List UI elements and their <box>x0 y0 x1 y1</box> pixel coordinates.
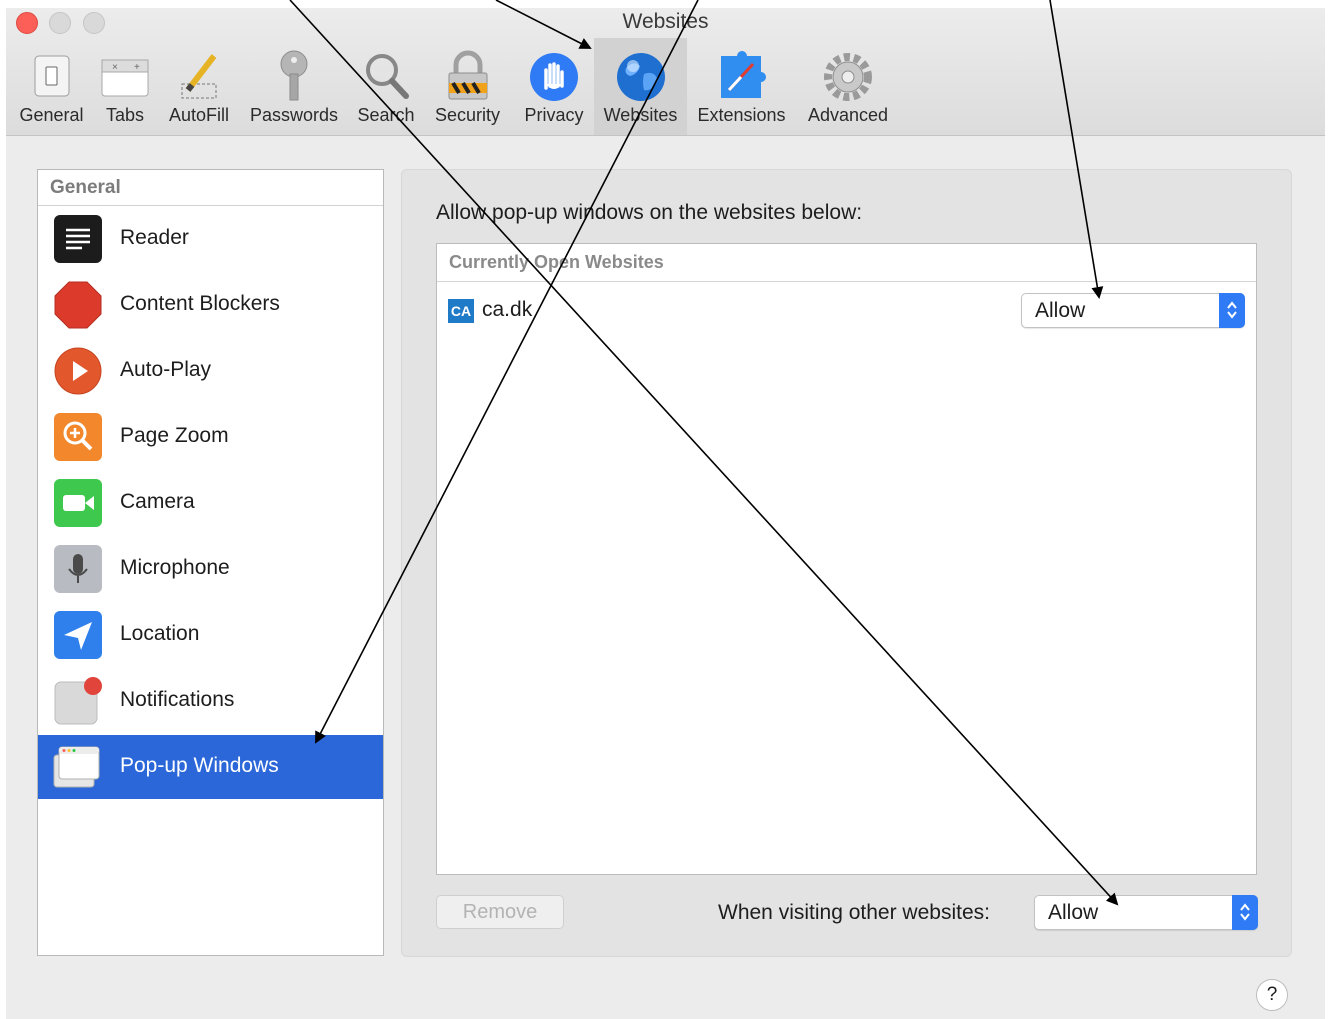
site-favicon-icon: CA <box>448 299 474 323</box>
popup-window-icon <box>53 746 100 788</box>
gear-icon <box>824 53 872 101</box>
puzzle-icon <box>720 51 766 98</box>
toolbar-general[interactable]: General <box>10 38 93 135</box>
toolbar-search[interactable]: Search <box>349 38 423 135</box>
play-icon <box>54 347 102 395</box>
remove-button[interactable]: Remove <box>436 895 564 929</box>
toolbar-privacy[interactable]: Privacy <box>513 38 595 135</box>
toolbar-extensions-label: Extensions <box>697 105 786 125</box>
sidebar-item-auto-play[interactable]: Auto-Play <box>38 339 383 403</box>
tabs-icon: × + <box>101 59 149 97</box>
sidebar-item-notifications[interactable]: Notifications <box>38 669 383 733</box>
sidebar-item-page-zoom[interactable]: Page Zoom <box>38 405 383 469</box>
site-setting-popup[interactable]: Allow <box>1021 293 1245 328</box>
hand-icon <box>530 53 578 101</box>
camera-icon <box>54 479 102 527</box>
stop-sign-icon <box>54 281 102 329</box>
sidebar-item-label: Location <box>120 622 200 645</box>
toolbar-general-label: General <box>19 105 84 125</box>
key-icon <box>280 50 308 101</box>
sidebar-item-location[interactable]: Location <box>38 603 383 667</box>
location-arrow-icon <box>54 611 102 659</box>
sidebar-item-content-blockers[interactable]: Content Blockers <box>38 273 383 337</box>
toolbar-tabs-label: Tabs <box>105 105 145 125</box>
toolbar-websites[interactable]: Websites <box>594 38 687 135</box>
toolbar-advanced-label: Advanced <box>807 105 889 125</box>
svg-text:+: + <box>134 62 140 73</box>
sidebar-item-label: Notifications <box>120 688 235 711</box>
toolbar-privacy-label: Privacy <box>524 105 584 125</box>
padlock-icon <box>448 50 487 100</box>
sidebar-item-microphone[interactable]: Microphone <box>38 537 383 601</box>
other-websites-label: When visiting other websites: <box>718 901 990 924</box>
sidebar-item-label: Microphone <box>120 556 230 579</box>
pencil-icon <box>181 54 217 99</box>
sidebar-item-label: Pop-up Windows <box>120 754 279 777</box>
microphone-icon <box>54 545 102 593</box>
help-button[interactable]: ? <box>1256 979 1288 1011</box>
window-title: Websites <box>622 10 709 33</box>
sidebar-item-label: Auto-Play <box>120 358 212 381</box>
toolbar-websites-label: Websites <box>603 105 678 125</box>
toolbar-extensions[interactable]: Extensions <box>692 38 791 135</box>
panel-description: Allow pop-up windows on the websites bel… <box>436 201 863 224</box>
websites-list[interactable]: Currently Open Websites CA ca.dk Allow <box>436 243 1257 875</box>
preferences-window: Websites General × + Tabs AutoFill Passw… <box>6 8 1325 1019</box>
toolbar-search-label: Search <box>357 105 415 125</box>
sidebar: General Reader Content Blockers Auto-Pla… <box>37 169 384 956</box>
sidebar-item-pop-up-windows[interactable]: Pop-up Windows <box>38 735 383 799</box>
popup-settings-panel: Allow pop-up windows on the websites bel… <box>401 169 1292 957</box>
globe-icon <box>616 53 665 101</box>
sidebar-item-camera[interactable]: Camera <box>38 471 383 535</box>
site-domain: ca.dk <box>482 298 533 321</box>
general-switch-icon <box>34 55 69 97</box>
sidebar-header: General <box>38 170 383 206</box>
site-setting-value: Allow <box>1035 299 1086 322</box>
toolbar-security[interactable]: Security <box>426 38 509 135</box>
sidebar-item-label: Page Zoom <box>120 424 229 447</box>
svg-text:×: × <box>112 62 118 73</box>
other-websites-value: Allow <box>1048 901 1099 924</box>
sidebar-item-label: Content Blockers <box>120 292 280 315</box>
toolbar-passwords-label: Passwords <box>249 105 339 125</box>
toolbar-security-label: Security <box>434 105 501 125</box>
toolbar-advanced[interactable]: Advanced <box>798 38 898 135</box>
other-websites-popup[interactable]: Allow <box>1034 895 1258 930</box>
toolbar: Websites General × + Tabs AutoFill Passw… <box>6 8 1325 136</box>
magnifier-icon <box>366 54 409 99</box>
reader-icon <box>54 215 102 263</box>
sidebar-item-label: Camera <box>120 490 195 513</box>
toolbar-autofill[interactable]: AutoFill <box>161 38 237 135</box>
chevron-updown-icon <box>1232 895 1258 930</box>
zoom-icon <box>54 413 102 461</box>
toolbar-tabs[interactable]: × + Tabs <box>95 38 155 135</box>
sidebar-item-reader[interactable]: Reader <box>38 207 383 271</box>
notification-badge-icon <box>54 677 102 725</box>
toolbar-passwords[interactable]: Passwords <box>244 38 344 135</box>
chevron-updown-icon <box>1219 293 1245 328</box>
toolbar-autofill-label: AutoFill <box>168 105 230 125</box>
list-header: Currently Open Websites <box>437 244 1256 282</box>
sidebar-item-label: Reader <box>120 226 189 249</box>
